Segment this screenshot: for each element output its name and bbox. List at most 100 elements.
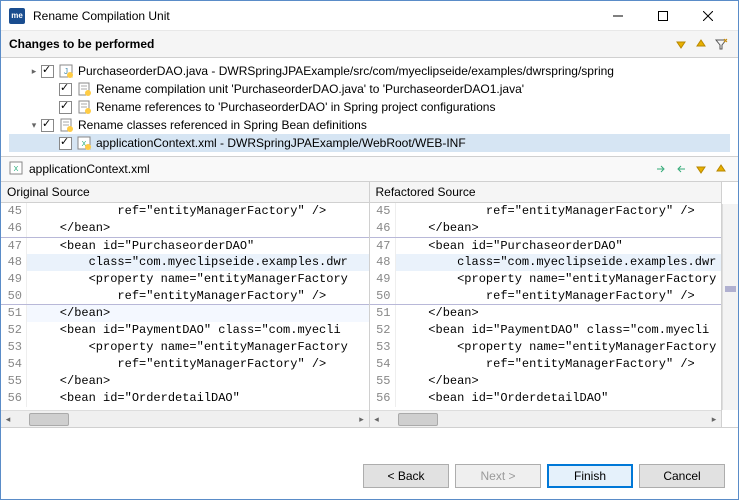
checkbox[interactable] xyxy=(59,101,72,114)
diff-file-header: X applicationContext.xml xyxy=(1,157,738,182)
title-bar: me Rename Compilation Unit xyxy=(1,1,738,31)
code-text: </bean> xyxy=(27,220,110,237)
code-line[interactable]: 47 <bean id="PurchaseorderDAO" xyxy=(1,237,369,254)
filter-button[interactable] xyxy=(712,35,730,53)
code-line[interactable]: 56 <bean id="OrderdetailDAO" xyxy=(370,390,722,407)
text-icon xyxy=(76,99,92,115)
left-code[interactable]: 45 ref="entityManagerFactory" />46 </bea… xyxy=(1,203,369,410)
code-line[interactable]: 55 </bean> xyxy=(1,373,369,390)
code-line[interactable]: 45 ref="entityManagerFactory" /> xyxy=(1,203,369,220)
checkbox[interactable] xyxy=(41,65,54,78)
minimize-button[interactable] xyxy=(595,1,640,31)
tree-item-label: Rename classes referenced in Spring Bean… xyxy=(78,118,367,132)
line-number: 56 xyxy=(1,390,27,407)
code-line[interactable]: 51 </bean> xyxy=(1,305,369,322)
tree-row[interactable]: ▸JPurchaseorderDAO.java - DWRSpringJPAEx… xyxy=(9,62,730,80)
code-line[interactable]: 46 </bean> xyxy=(370,220,722,237)
cancel-button[interactable]: Cancel xyxy=(639,464,725,488)
text-icon xyxy=(76,81,92,97)
code-line[interactable]: 45 ref="entityManagerFactory" /> xyxy=(370,203,722,220)
line-number: 46 xyxy=(1,220,27,237)
checkbox[interactable] xyxy=(59,83,72,96)
line-number: 54 xyxy=(370,356,396,373)
line-number: 52 xyxy=(1,322,27,339)
code-line[interactable]: 49 <property name="entityManagerFactory xyxy=(370,271,722,288)
wizard-buttons: < Back Next > Finish Cancel xyxy=(363,464,725,488)
code-line[interactable]: 48 class="com.myeclipseide.examples.dwr xyxy=(370,254,722,271)
code-line[interactable]: 50 ref="entityManagerFactory" /> xyxy=(370,288,722,305)
code-line[interactable]: 52 <bean id="PaymentDAO" class="com.myec… xyxy=(370,322,722,339)
checkbox[interactable] xyxy=(41,119,54,132)
code-text: <bean id="PaymentDAO" class="com.myecli xyxy=(27,322,341,339)
code-text: <property name="entityManagerFactory xyxy=(396,271,717,288)
expander-icon[interactable] xyxy=(45,136,59,150)
right-pane: Refactored Source 45 ref="entityManagerF… xyxy=(370,182,723,427)
line-number: 52 xyxy=(370,322,396,339)
expander-icon[interactable]: ▸ xyxy=(27,64,41,78)
expander-icon[interactable]: ▾ xyxy=(27,118,41,132)
svg-text:X: X xyxy=(14,166,19,173)
tree-row[interactable]: Rename references to 'PurchaseorderDAO' … xyxy=(9,98,730,116)
code-text: <bean id="PaymentDAO" class="com.myecli xyxy=(396,322,710,339)
line-number: 46 xyxy=(370,220,396,237)
code-line[interactable]: 53 <property name="entityManagerFactory xyxy=(1,339,369,356)
line-number: 49 xyxy=(370,271,396,288)
code-line[interactable]: 54 ref="entityManagerFactory" /> xyxy=(370,356,722,373)
window-title: Rename Compilation Unit xyxy=(33,9,595,23)
line-number: 47 xyxy=(370,238,396,254)
changes-tree[interactable]: ▸JPurchaseorderDAO.java - DWRSpringJPAEx… xyxy=(1,58,738,157)
code-text: ref="entityManagerFactory" /> xyxy=(27,288,326,304)
java-icon: J xyxy=(58,63,74,79)
tree-row[interactable]: Rename compilation unit 'PurchaseorderDA… xyxy=(9,80,730,98)
code-line[interactable]: 56 <bean id="OrderdetailDAO" xyxy=(1,390,369,407)
close-button[interactable] xyxy=(685,1,730,31)
code-text: class="com.myeclipseide.examples.dwr xyxy=(27,254,348,271)
code-line[interactable]: 46 </bean> xyxy=(1,220,369,237)
code-text: </bean> xyxy=(396,373,479,390)
code-text: </bean> xyxy=(27,373,110,390)
right-code[interactable]: 45 ref="entityManagerFactory" />46 </bea… xyxy=(370,203,722,410)
next-button: Next > xyxy=(455,464,541,488)
left-pane-title: Original Source xyxy=(1,182,369,203)
checkbox[interactable] xyxy=(59,137,72,150)
back-button[interactable]: < Back xyxy=(363,464,449,488)
code-line[interactable]: 47 <bean id="PurchaseorderDAO" xyxy=(370,237,722,254)
code-text: ref="entityManagerFactory" /> xyxy=(396,356,695,373)
right-pane-title: Refactored Source xyxy=(370,182,722,203)
line-number: 55 xyxy=(1,373,27,390)
code-text: <property name="entityManagerFactory xyxy=(396,339,717,356)
code-line[interactable]: 49 <property name="entityManagerFactory xyxy=(1,271,369,288)
text-icon xyxy=(58,117,74,133)
expander-icon[interactable] xyxy=(45,100,59,114)
left-scrollbar[interactable]: ◂▸ xyxy=(1,410,369,427)
line-number: 47 xyxy=(1,238,27,254)
tree-row[interactable]: XapplicationContext.xml - DWRSpringJPAEx… xyxy=(9,134,730,152)
right-scrollbar[interactable]: ◂▸ xyxy=(370,410,722,427)
copy-left-to-right-button[interactable] xyxy=(652,160,670,178)
code-line[interactable]: 51 </bean> xyxy=(370,305,722,322)
prev-change-button[interactable] xyxy=(692,35,710,53)
code-line[interactable]: 54 ref="entityManagerFactory" /> xyxy=(1,356,369,373)
prev-diff-button[interactable] xyxy=(712,160,730,178)
next-diff-button[interactable] xyxy=(692,160,710,178)
code-line[interactable]: 50 ref="entityManagerFactory" /> xyxy=(1,288,369,305)
finish-button[interactable]: Finish xyxy=(547,464,633,488)
code-text: <property name="entityManagerFactory xyxy=(27,339,348,356)
tree-row[interactable]: ▾ Rename classes referenced in Spring Bea… xyxy=(9,116,730,134)
diff-file-name: applicationContext.xml xyxy=(29,162,650,176)
line-number: 55 xyxy=(370,373,396,390)
code-line[interactable]: 53 <property name="entityManagerFactory xyxy=(370,339,722,356)
code-line[interactable]: 52 <bean id="PaymentDAO" class="com.myec… xyxy=(1,322,369,339)
next-change-button[interactable] xyxy=(672,35,690,53)
expander-icon[interactable] xyxy=(45,82,59,96)
code-text: ref="entityManagerFactory" /> xyxy=(27,203,326,220)
code-text: <bean id="OrderdetailDAO" xyxy=(396,390,609,407)
overview-ruler[interactable] xyxy=(722,204,738,410)
line-number: 53 xyxy=(370,339,396,356)
line-number: 48 xyxy=(1,254,27,271)
app-icon: me xyxy=(9,8,25,24)
copy-right-to-left-button[interactable] xyxy=(672,160,690,178)
maximize-button[interactable] xyxy=(640,1,685,31)
code-line[interactable]: 48 class="com.myeclipseide.examples.dwr xyxy=(1,254,369,271)
code-line[interactable]: 55 </bean> xyxy=(370,373,722,390)
